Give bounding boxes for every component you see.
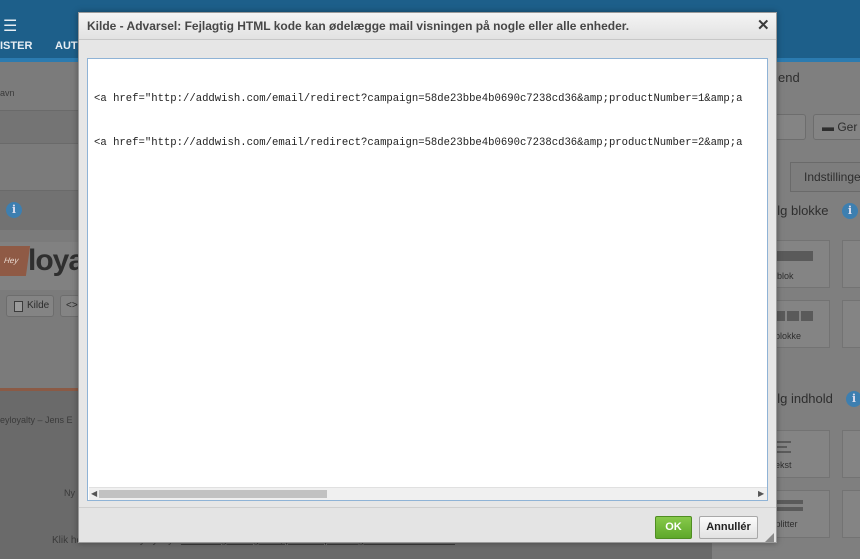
save-button[interactable]: ▬ Ger xyxy=(813,114,860,140)
info-icon[interactable]: i xyxy=(842,203,858,219)
horizontal-scrollbar[interactable]: ◀ ▶ xyxy=(89,487,767,500)
code-view-button[interactable]: <> xyxy=(60,295,80,317)
ok-button[interactable]: OK xyxy=(655,516,692,539)
source-code-editor[interactable]: <a href="http://addwish.com/email/redire… xyxy=(87,58,768,501)
save-button-label: Ger xyxy=(837,120,858,134)
author-text: eyloyalty – Jens E xyxy=(0,415,73,425)
field-label: avn xyxy=(0,88,15,98)
dialog-title: Kilde - Advarsel: Fejlagtig HTML kode ka… xyxy=(87,19,630,33)
tab-indstillinger[interactable]: Indstillinger xyxy=(790,162,860,192)
logo-badge: Hey xyxy=(0,246,31,276)
logo-text: loya xyxy=(28,244,85,277)
dialog-header[interactable]: Kilde - Advarsel: Fejlagtig HTML kode ka… xyxy=(79,13,776,40)
choose-content-heading: elg indhold xyxy=(770,391,833,406)
toolbar-strip xyxy=(0,110,78,144)
block-tile-partial[interactable] xyxy=(842,300,860,348)
tile-label: blokke xyxy=(775,331,802,341)
block-tile-partial[interactable] xyxy=(842,240,860,288)
cancel-button[interactable]: Annullér xyxy=(699,516,758,539)
code-content[interactable]: <a href="http://addwish.com/email/redire… xyxy=(94,63,766,179)
info-icon[interactable]: i xyxy=(6,202,22,218)
menu-icon[interactable]: ☰ xyxy=(3,16,17,36)
scrollbar-thumb[interactable] xyxy=(99,490,327,498)
source-button-label: Kilde xyxy=(27,300,50,311)
info-icon[interactable]: i xyxy=(846,391,860,407)
nav-item-lister[interactable]: ISTER xyxy=(0,40,32,52)
logo: Hey loya xyxy=(0,242,85,290)
close-icon[interactable]: ✕ xyxy=(757,16,770,34)
source-dialog: Kilde - Advarsel: Fejlagtig HTML kode ka… xyxy=(78,12,777,543)
tile-label: ekst xyxy=(775,460,792,470)
content-tile-partial[interactable] xyxy=(842,430,860,478)
scroll-left-icon[interactable]: ◀ xyxy=(91,489,97,498)
footer-text: Ny xyxy=(64,488,75,498)
save-icon: ▬ xyxy=(822,120,838,134)
tile-label: blok xyxy=(777,271,794,281)
code-line[interactable]: <a href="http://addwish.com/email/redire… xyxy=(94,136,766,151)
choose-blocks-heading: elg blokke xyxy=(770,203,829,218)
source-button[interactable]: Kilde xyxy=(6,295,54,317)
dialog-footer: OK Annullér xyxy=(79,507,776,542)
nav-item-auto[interactable]: AUT xyxy=(55,40,78,52)
panel-title: end xyxy=(778,70,800,85)
document-icon xyxy=(14,301,23,312)
scroll-right-icon[interactable]: ▶ xyxy=(758,489,764,498)
content-tile-partial[interactable] xyxy=(842,490,860,538)
resize-handle-icon[interactable] xyxy=(765,533,774,542)
code-line[interactable]: <a href="http://addwish.com/email/redire… xyxy=(94,92,766,107)
